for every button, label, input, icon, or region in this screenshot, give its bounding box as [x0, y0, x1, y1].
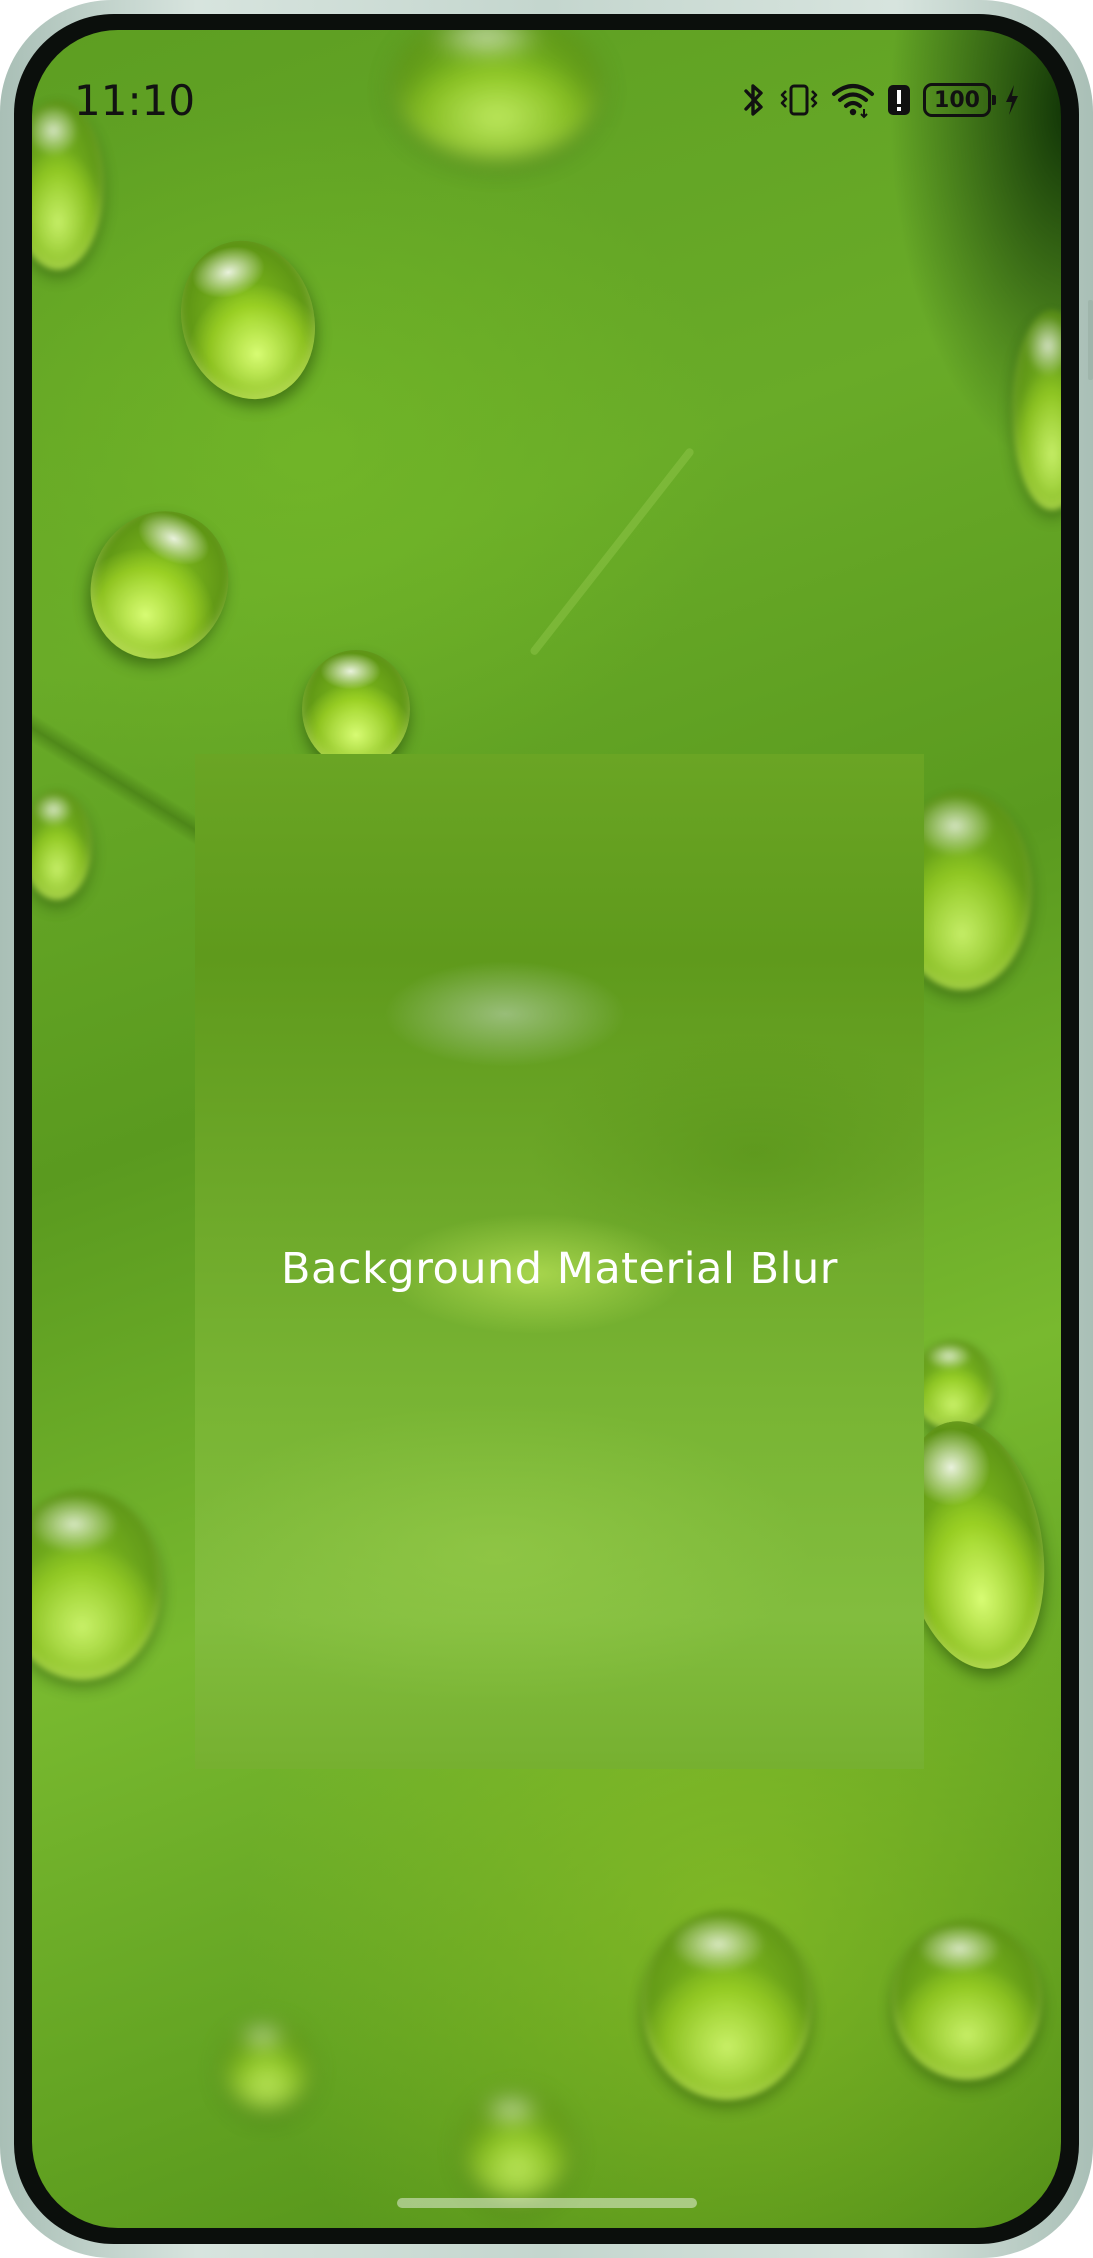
panel-label: Background Material Blur — [281, 1244, 838, 1294]
battery-alert-icon — [887, 81, 911, 119]
bluetooth-icon — [741, 81, 767, 119]
water-droplet — [892, 1920, 1042, 2080]
water-droplet — [302, 650, 410, 768]
home-indicator[interactable] — [396, 2198, 697, 2208]
water-droplet — [66, 488, 253, 682]
phone-bezel: Background Material Blur 11:10 100 — [14, 14, 1079, 2244]
status-time: 11:10 — [74, 76, 196, 125]
water-droplet — [222, 2020, 312, 2110]
water-droplet — [32, 790, 92, 900]
status-icons: 100 — [741, 78, 1021, 122]
screen: Background Material Blur 11:10 100 — [32, 30, 1061, 2228]
water-droplet — [462, 2090, 572, 2200]
water-droplet — [642, 1910, 812, 2100]
wifi-icon — [831, 81, 875, 119]
charging-icon — [1003, 81, 1021, 119]
battery-icon: 100 — [923, 83, 996, 117]
water-droplet — [163, 225, 333, 415]
status-bar: 11:10 100 — [32, 30, 1061, 150]
water-droplet — [32, 1490, 162, 1680]
leaf-vein-secondary — [528, 446, 696, 657]
background-blur-panel: Background Material Blur — [195, 754, 924, 1769]
phone-frame: Background Material Blur 11:10 100 — [0, 0, 1093, 2258]
vibrate-icon — [779, 81, 819, 119]
water-droplet — [1012, 310, 1061, 510]
water-droplet — [912, 1340, 994, 1430]
volume-button — [1088, 300, 1093, 380]
